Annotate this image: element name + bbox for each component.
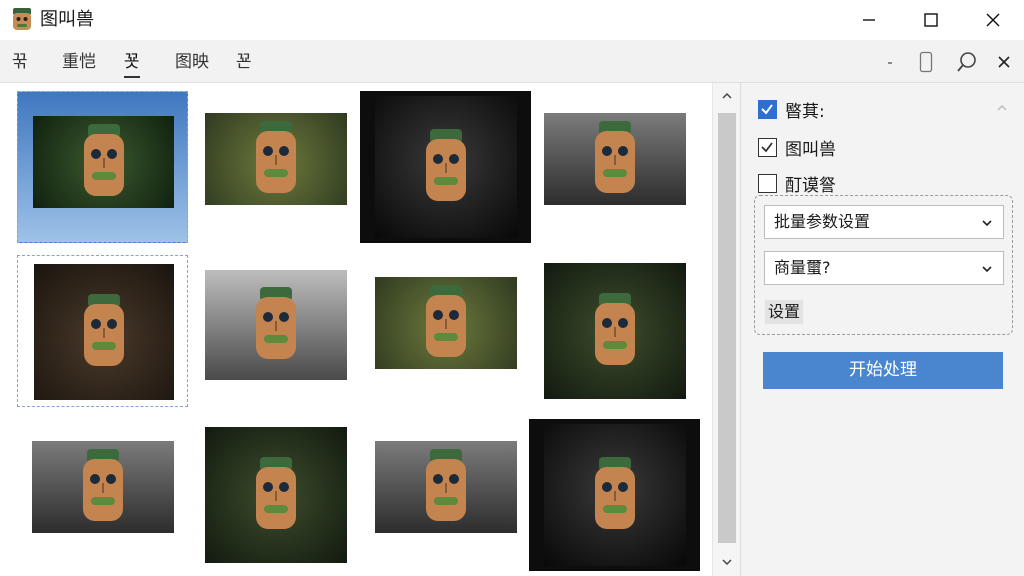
gallery-thumbnail[interactable]	[360, 255, 531, 407]
gallery-thumbnail[interactable]	[17, 419, 188, 571]
thumbnail-image	[374, 441, 517, 533]
thumbnail-image	[204, 270, 347, 380]
check-icon	[761, 141, 773, 152]
close-window-button[interactable]	[962, 0, 1024, 40]
mascot-face-icon	[425, 449, 466, 521]
scroll-down-icon[interactable]	[720, 555, 734, 569]
thumbnail-image	[204, 113, 347, 205]
toolbar-minimize-button[interactable]	[876, 48, 904, 76]
select-value: 批量参数设置	[774, 212, 871, 231]
checkbox-label: 暋萁:	[785, 101, 825, 122]
maximize-button[interactable]	[900, 0, 962, 40]
toolbar-close-button[interactable]	[990, 48, 1018, 76]
select-value: 商量蠒?	[774, 258, 831, 277]
chevron-down-icon	[982, 266, 992, 273]
checkbox-option-3[interactable]: 酊谟詧	[758, 171, 836, 196]
gallery-thumbnail[interactable]	[360, 419, 531, 571]
toolbar: 꾺 重恺 꾯 图映 꾠	[0, 40, 1024, 83]
gallery-thumbnail[interactable]	[190, 255, 361, 407]
maximize-icon	[924, 13, 938, 27]
mascot-face-icon	[83, 294, 124, 366]
gallery-thumbnail[interactable]	[17, 255, 188, 407]
checkbox-checked[interactable]	[758, 137, 777, 157]
settings-button[interactable]: 设置	[765, 300, 804, 324]
chevron-down-icon	[982, 220, 992, 227]
tab-2[interactable]: 重恺	[62, 51, 96, 73]
thumbnail-image	[543, 263, 686, 399]
mascot-face-icon	[594, 293, 635, 365]
thumbnail-image	[374, 96, 517, 238]
phone-icon	[919, 51, 933, 73]
search-button[interactable]	[953, 48, 981, 76]
mascot-face-icon	[255, 287, 296, 359]
thumbnail-image	[204, 427, 347, 563]
thumbnail-image	[543, 113, 686, 205]
parameter-group: 批量参数设置 商量蠒? 设置	[754, 195, 1013, 335]
gallery-thumbnail[interactable]	[529, 419, 700, 571]
checkbox-label: 酊谟詧	[785, 175, 836, 196]
mascot-face-icon	[255, 121, 296, 193]
thumbnail-image	[33, 116, 174, 208]
minimize-icon	[863, 19, 875, 21]
mascot-face-icon	[82, 449, 123, 521]
tab-4[interactable]: 图映	[175, 51, 209, 73]
device-button[interactable]	[912, 48, 940, 76]
minimize-button[interactable]	[838, 0, 900, 40]
image-gallery	[0, 83, 740, 576]
gallery-thumbnail[interactable]	[17, 91, 188, 243]
dash-icon	[888, 62, 892, 64]
settings-panel: 暋萁: 图叫兽 酊谟詧 批量参数设置 商量蠒? 设置 开始处理	[740, 83, 1024, 576]
scrollbar-thumb[interactable]	[718, 113, 736, 543]
mascot-face-icon	[594, 457, 635, 529]
mascot-face-icon	[255, 457, 296, 529]
gallery-thumbnail[interactable]	[360, 91, 531, 243]
gallery-thumbnail[interactable]	[529, 255, 700, 407]
gallery-thumbnail[interactable]	[529, 91, 700, 243]
checkbox-option-2[interactable]: 图叫兽	[758, 135, 836, 160]
gallery-thumbnail[interactable]	[190, 91, 361, 243]
tab-1[interactable]: 꾺	[12, 51, 28, 73]
gallery-thumbnail[interactable]	[190, 419, 361, 571]
checkbox-option-1[interactable]: 暋萁:	[758, 97, 825, 122]
checkbox-unchecked[interactable]	[758, 173, 777, 193]
close-icon	[986, 13, 1000, 27]
vertical-scrollbar[interactable]	[712, 83, 740, 576]
mascot-face-icon	[425, 285, 466, 357]
mascot-face-icon	[594, 121, 635, 193]
close-icon	[998, 56, 1010, 68]
thumbnail-image	[543, 424, 686, 566]
option-select[interactable]: 商量蠒?	[764, 251, 1004, 285]
batch-settings-select[interactable]: 批量参数设置	[764, 205, 1004, 239]
thumbnail-image	[33, 264, 174, 400]
mascot-face-icon	[83, 124, 124, 196]
tab-5[interactable]: 꾠	[236, 51, 252, 73]
thumbnail-image	[31, 441, 174, 533]
checkbox-label: 图叫兽	[785, 139, 836, 160]
thumbnail-image	[374, 277, 517, 369]
scroll-up-icon[interactable]	[720, 89, 734, 103]
search-icon	[957, 52, 976, 72]
collapse-chevron-icon[interactable]	[996, 103, 1008, 113]
mascot-face-icon	[425, 129, 466, 201]
title-bar: 图叫兽	[0, 0, 1024, 40]
window-title: 图叫兽	[40, 9, 94, 30]
check-icon	[761, 103, 773, 115]
checkbox-checked[interactable]	[758, 99, 777, 119]
tab-3[interactable]: 꾯	[124, 51, 140, 78]
start-processing-button[interactable]: 开始处理	[763, 352, 1003, 389]
app-logo-icon	[11, 8, 33, 32]
